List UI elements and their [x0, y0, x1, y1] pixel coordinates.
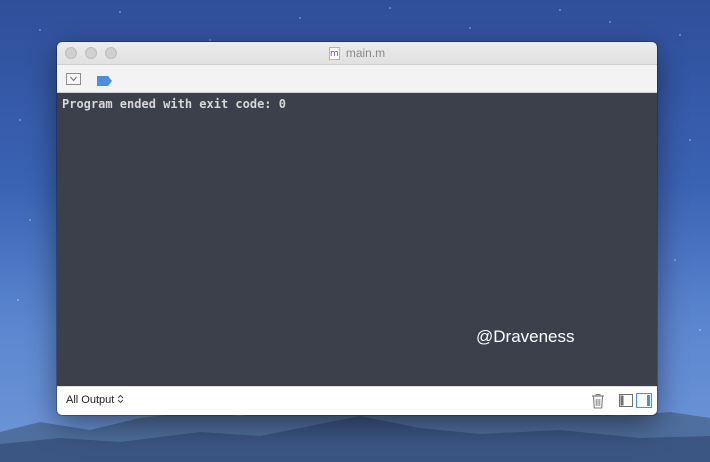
watermark-text: @Draveness: [476, 327, 575, 346]
updown-chevron-icon: [117, 394, 124, 406]
hide-debug-area-icon[interactable]: [66, 72, 81, 90]
window-titlebar: m main.m: [57, 42, 657, 65]
trash-icon[interactable]: [591, 393, 605, 414]
output-filter-label: All Output: [66, 394, 115, 406]
window-title-text: main.m: [345, 46, 386, 60]
objc-file-icon: m: [328, 46, 340, 60]
output-filter-select[interactable]: All Output: [66, 394, 124, 406]
breakpoint-icon[interactable]: [97, 73, 113, 91]
debug-toolbar: [57, 65, 657, 93]
window-title: m main.m: [57, 42, 657, 64]
variables-view-icon[interactable]: [619, 394, 633, 412]
console-output-area[interactable]: Program ended with exit code: 0 @Dravene…: [57, 93, 657, 387]
console-output-text: Program ended with exit code: 0: [62, 97, 286, 111]
console-bottombar: All Output: [57, 386, 657, 415]
console-view-icon[interactable]: [635, 392, 653, 413]
debug-console-window: m main.m Program ended with exit code: 0…: [57, 42, 657, 415]
